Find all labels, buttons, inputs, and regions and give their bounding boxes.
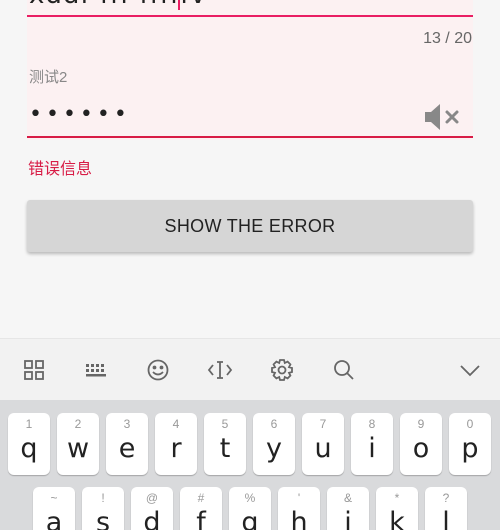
- settings-gear-icon[interactable]: [269, 357, 295, 383]
- key-hint: #: [197, 491, 205, 505]
- text-cursor-icon[interactable]: [207, 357, 233, 383]
- keyboard-toolbar: [0, 338, 500, 400]
- key-hint: 8: [368, 417, 376, 431]
- text-caret: [178, 0, 180, 10]
- key-hint: 3: [123, 417, 131, 431]
- key-hint: &: [343, 491, 352, 505]
- keyboard-icon[interactable]: [83, 357, 109, 383]
- key-r[interactable]: 4r: [155, 413, 197, 475]
- password-field-underline: [27, 136, 473, 138]
- key-i[interactable]: 8i: [351, 413, 393, 475]
- key-q[interactable]: 1q: [8, 413, 50, 475]
- error-message: 错误信息: [28, 161, 93, 178]
- key-p[interactable]: 0p: [449, 413, 491, 475]
- key-label: u: [314, 433, 332, 464]
- key-j[interactable]: & j: [327, 487, 369, 530]
- key-a[interactable]: ~ a: [33, 487, 75, 530]
- form-area: xddf fff fffffv 13 / 20 测试2 •••••• 错误信息 …: [0, 0, 500, 338]
- key-label: l: [442, 507, 450, 530]
- key-h[interactable]: ' h: [278, 487, 320, 530]
- key-label: g: [241, 507, 259, 530]
- emoji-icon[interactable]: [145, 357, 171, 383]
- key-hint: %: [244, 491, 256, 505]
- key-label: w: [66, 433, 90, 464]
- volume-muted-icon[interactable]: [423, 100, 467, 134]
- key-k[interactable]: * k: [376, 487, 418, 530]
- key-hint: !: [101, 491, 105, 505]
- key-e[interactable]: 3e: [106, 413, 148, 475]
- key-label: k: [389, 507, 405, 530]
- key-hint: 9: [417, 417, 425, 431]
- key-label: r: [170, 433, 182, 464]
- key-label: t: [219, 433, 231, 464]
- key-label: f: [196, 507, 206, 530]
- text-field-1[interactable]: xddf fff fffffv: [27, 0, 473, 48]
- key-o[interactable]: 9o: [400, 413, 442, 475]
- key-hint: 6: [270, 417, 278, 431]
- key-hint: 4: [172, 417, 180, 431]
- search-icon[interactable]: [331, 357, 357, 383]
- key-label: p: [461, 433, 479, 464]
- apps-grid-icon[interactable]: [21, 357, 47, 383]
- key-hint: 2: [74, 417, 82, 431]
- key-label: y: [266, 433, 282, 464]
- key-l[interactable]: ? l: [425, 487, 467, 530]
- chevron-down-icon[interactable]: [457, 357, 483, 383]
- key-hint: *: [394, 491, 400, 505]
- key-hint: ?: [442, 491, 450, 505]
- key-u[interactable]: 7u: [302, 413, 344, 475]
- key-s[interactable]: ! s: [82, 487, 124, 530]
- key-label: e: [118, 433, 136, 464]
- text-field-1-value[interactable]: xddf fff fffffv: [29, 0, 207, 10]
- soft-keyboard: 1q 2w 3e 4r 5t 6y 7u 8i 9o 0p ~ a ! s @ d #…: [0, 400, 500, 530]
- key-label: a: [45, 507, 63, 530]
- key-d[interactable]: @ d: [131, 487, 173, 530]
- key-t[interactable]: 5t: [204, 413, 246, 475]
- key-hint: ~: [50, 491, 58, 505]
- key-label: h: [290, 507, 308, 530]
- key-hint: 1: [25, 417, 33, 431]
- password-field-value[interactable]: ••••••: [29, 102, 131, 127]
- key-f[interactable]: # f: [180, 487, 222, 530]
- key-w[interactable]: 2w: [57, 413, 99, 475]
- key-label: s: [95, 507, 111, 530]
- key-label: q: [20, 433, 38, 464]
- key-label: j: [344, 507, 352, 530]
- key-hint: 0: [466, 417, 474, 431]
- key-hint: @: [145, 491, 159, 505]
- text-field-1-underline: [27, 15, 473, 17]
- show-error-button[interactable]: SHOW THE ERROR: [27, 200, 473, 252]
- password-field[interactable]: 测试2 ••••••: [27, 48, 473, 140]
- key-y[interactable]: 6y: [253, 413, 295, 475]
- key-label: i: [368, 433, 376, 464]
- key-g[interactable]: % g: [229, 487, 271, 530]
- key-label: o: [412, 433, 430, 464]
- key-hint: 7: [319, 417, 327, 431]
- key-hint: 5: [221, 417, 229, 431]
- key-hint: ': [297, 491, 301, 505]
- character-counter: 13 / 20: [423, 30, 472, 47]
- password-field-label: 测试2: [29, 69, 68, 86]
- key-label: d: [143, 507, 161, 530]
